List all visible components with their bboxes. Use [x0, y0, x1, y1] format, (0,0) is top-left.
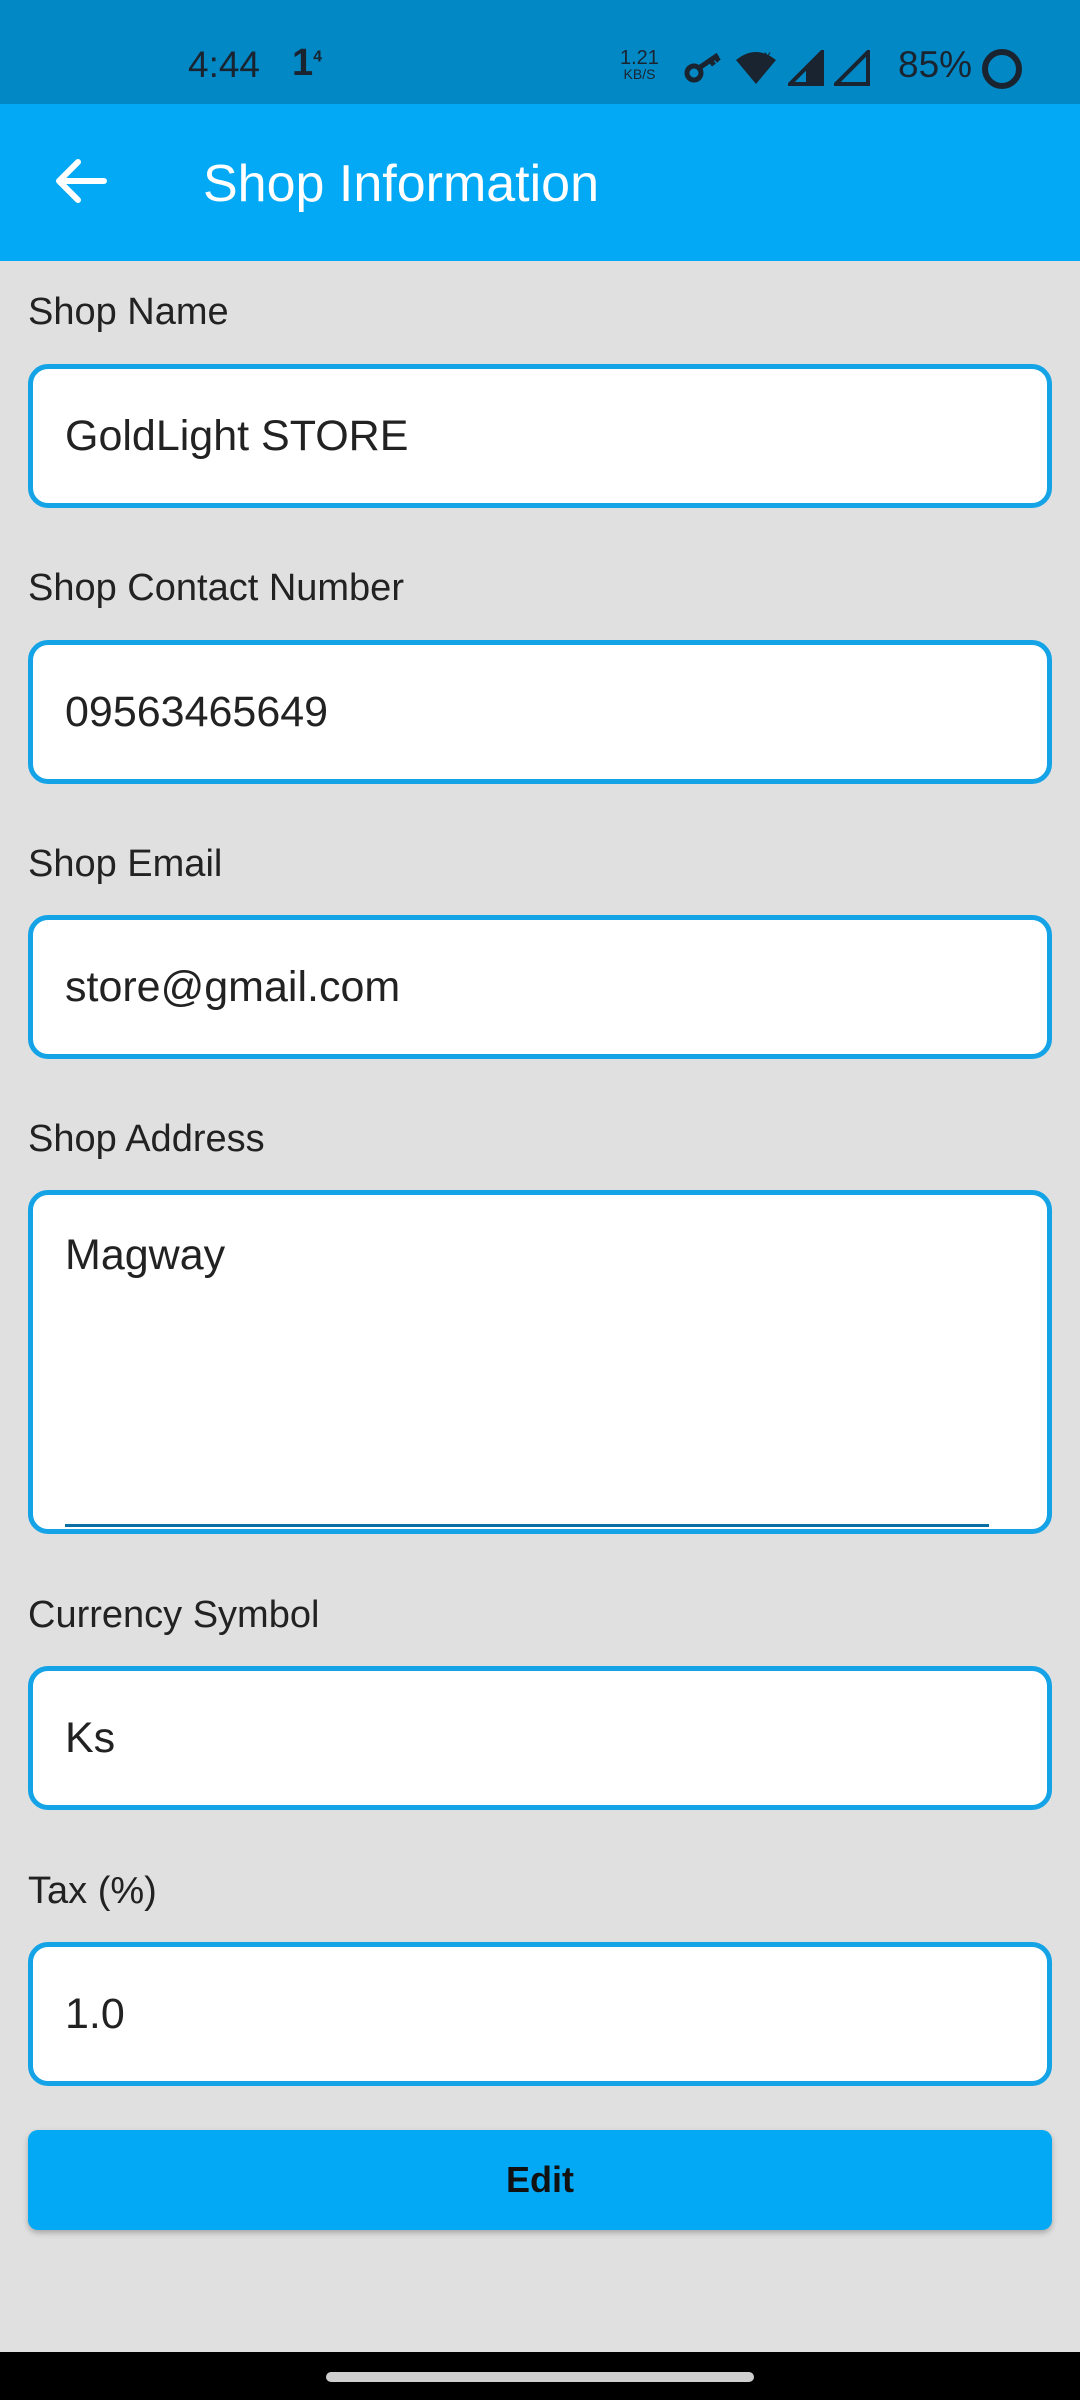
signal-icon [834, 50, 870, 86]
shop-name-input[interactable]: GoldLight STORE [28, 364, 1052, 508]
contact-number-label: Shop Contact Number [28, 567, 404, 609]
currency-symbol-input[interactable]: Ks [28, 1666, 1052, 1810]
app-bar: Shop Information [0, 104, 1080, 261]
status-bar: 4:44 14 1.21 KB/S x 85% [0, 0, 1080, 104]
back-button[interactable] [48, 148, 114, 214]
notification-count: 1 [292, 42, 314, 84]
shop-email-input[interactable]: store@gmail.com [28, 915, 1052, 1059]
network-speed: 1.21 KB/S [620, 48, 659, 82]
signal-icon [788, 50, 824, 86]
shop-address-textarea[interactable]: Magway [28, 1190, 1052, 1534]
key-icon [684, 52, 721, 83]
navigation-bar [0, 2352, 1080, 2400]
edit-button[interactable]: Edit [28, 2130, 1052, 2230]
notification-sup: 4 [313, 48, 323, 66]
currency-symbol-label: Currency Symbol [28, 1594, 320, 1636]
page-title: Shop Information [203, 155, 600, 213]
tax-label: Tax (%) [28, 1870, 157, 1912]
shop-name-label: Shop Name [28, 291, 229, 333]
network-speed-unit: KB/S [623, 66, 656, 82]
shop-address-value: Magway [65, 1231, 226, 1279]
status-time: 4:44 [188, 44, 261, 85]
contact-number-input[interactable]: 09563465649 [28, 640, 1052, 784]
status-icons: x [684, 48, 870, 88]
shop-address-label: Shop Address [28, 1118, 265, 1160]
shop-email-label: Shop Email [28, 843, 223, 885]
textarea-underline [65, 1524, 989, 1527]
wifi-icon: x [736, 50, 776, 84]
svg-text:x: x [764, 50, 771, 63]
home-gesture-handle[interactable] [326, 2372, 754, 2382]
arrow-left-icon [56, 159, 107, 203]
notification-indicator: 14 [292, 42, 322, 85]
battery-level: 85% [898, 44, 973, 85]
tax-input[interactable]: 1.0 [28, 1942, 1052, 2086]
battery-icon [982, 49, 1022, 89]
